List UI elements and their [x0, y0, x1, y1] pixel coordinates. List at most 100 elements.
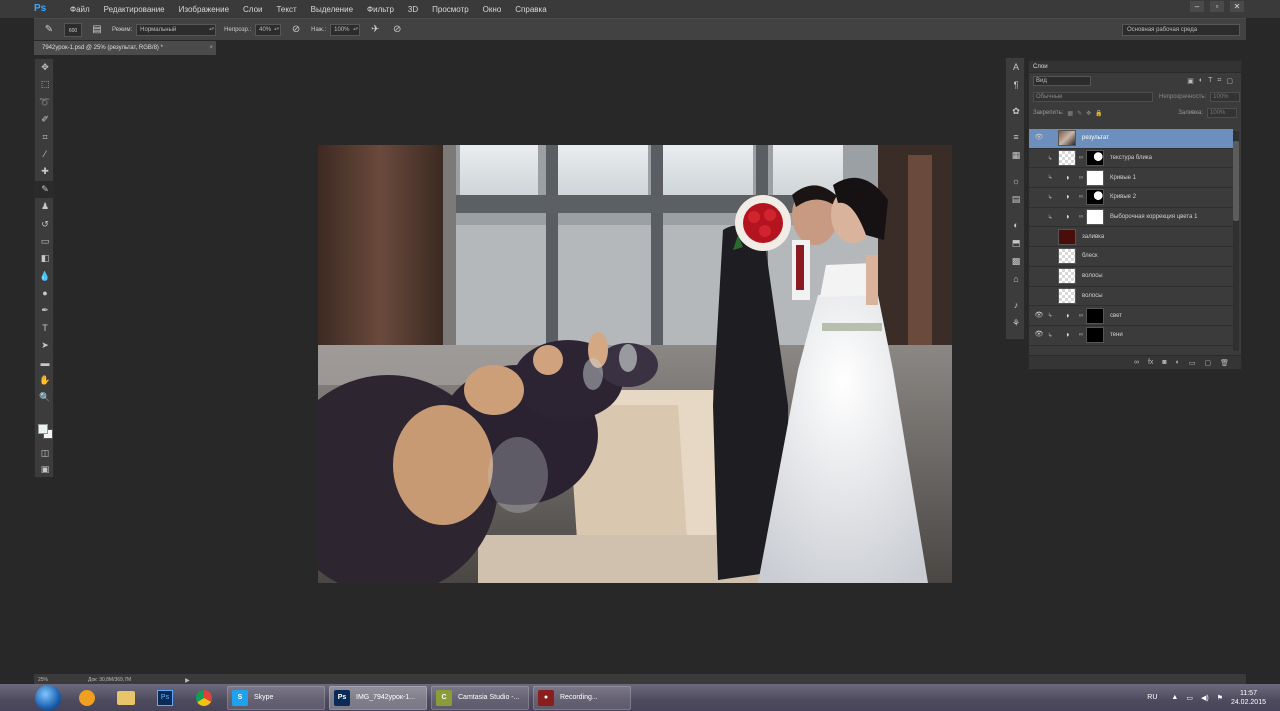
- menu-file[interactable]: Файл: [70, 5, 90, 14]
- layers-scrollbar[interactable]: [1233, 131, 1239, 351]
- layer-thumbnail[interactable]: [1058, 287, 1076, 304]
- crop-tool-icon[interactable]: ⌗: [35, 129, 55, 146]
- brush-preset-picker[interactable]: 600: [64, 22, 82, 37]
- filter-smart-icon[interactable]: ▢: [1226, 77, 1233, 85]
- layer-mask-thumbnail[interactable]: [1086, 307, 1104, 324]
- brush-tool-icon[interactable]: ✎: [42, 23, 56, 37]
- eyedropper-tool-icon[interactable]: ⁄: [35, 146, 55, 163]
- airbrush-icon[interactable]: ✈: [368, 23, 382, 37]
- menu-edit[interactable]: Редактирование: [104, 5, 165, 14]
- network-icon[interactable]: ▭: [1186, 694, 1193, 702]
- paragraph-panel-icon[interactable]: ¶: [1006, 76, 1026, 94]
- menu-image[interactable]: Изображение: [179, 5, 229, 14]
- mask-link-icon[interactable]: ∞: [1076, 332, 1086, 338]
- layer-row[interactable]: 👁 ↳ ◑ ∞ свет: [1029, 306, 1233, 326]
- history-brush-tool-icon[interactable]: ↺: [35, 216, 55, 233]
- explorer-icon[interactable]: [113, 687, 139, 709]
- layer-row[interactable]: ↳ ◑ ∞ Кривые 1: [1029, 168, 1233, 189]
- menu-text[interactable]: Текст: [276, 5, 296, 14]
- eraser-tool-icon[interactable]: ▭: [35, 233, 55, 250]
- menu-select[interactable]: Выделение: [311, 5, 353, 14]
- start-button[interactable]: [35, 684, 61, 711]
- clone-source-panel-icon[interactable]: ⚘: [1006, 314, 1026, 332]
- shape-tool-icon[interactable]: ▬: [35, 355, 55, 372]
- layer-row[interactable]: ↳ ◑ ∞ Выборочная коррекция цвета 1: [1029, 208, 1233, 228]
- history-panel-icon[interactable]: ▩: [1006, 252, 1026, 270]
- pen-tool-icon[interactable]: ✒: [35, 302, 55, 319]
- gradient-tool-icon[interactable]: ◧: [35, 250, 55, 267]
- document-canvas[interactable]: [318, 145, 952, 583]
- character-panel-icon[interactable]: A: [1006, 58, 1026, 76]
- quick-select-tool-icon[interactable]: ✐: [35, 111, 55, 128]
- paths-panel-icon[interactable]: ⬒: [1006, 234, 1026, 252]
- layer-mask-thumbnail[interactable]: [1086, 327, 1104, 344]
- layer-row[interactable]: волосы: [1029, 287, 1233, 307]
- workspace-select[interactable]: Основная рабочая среда: [1122, 24, 1240, 36]
- hand-tool-icon[interactable]: ✋: [35, 372, 55, 389]
- taskbar-task[interactable]: ● Recording...: [533, 685, 631, 710]
- filter-type-icon[interactable]: T: [1208, 77, 1212, 85]
- layer-mask-thumbnail[interactable]: [1086, 209, 1104, 226]
- foreground-color-swatch[interactable]: [38, 424, 48, 434]
- layer-mask-thumbnail[interactable]: [1086, 150, 1104, 167]
- chrome-icon[interactable]: [191, 687, 217, 709]
- healing-tool-icon[interactable]: ✚: [35, 163, 55, 180]
- close-button[interactable]: ✕: [1230, 1, 1244, 12]
- visibility-eye-icon[interactable]: [1033, 231, 1045, 243]
- layer-row[interactable]: 👁 результат: [1029, 129, 1233, 149]
- visibility-eye-icon[interactable]: [1033, 250, 1045, 262]
- aimp-icon[interactable]: [74, 687, 100, 709]
- layer-thumbnail[interactable]: [1058, 150, 1076, 167]
- layer-thumbnail[interactable]: ◑: [1058, 170, 1076, 186]
- layer-row[interactable]: заливка: [1029, 227, 1233, 248]
- layer-thumbnail[interactable]: [1058, 248, 1076, 265]
- menu-view[interactable]: Просмотр: [432, 5, 469, 14]
- taskbar-task[interactable]: Ps IMG_7942урок-1...: [329, 685, 427, 710]
- lock-pixels-icon[interactable]: ✎: [1077, 110, 1082, 117]
- mode-select[interactable]: Нормальный: [136, 23, 217, 36]
- zoom-level[interactable]: 25%: [38, 677, 48, 683]
- menu-window[interactable]: Окно: [483, 5, 502, 14]
- mask-link-icon[interactable]: ∞: [1076, 214, 1086, 220]
- stamp-tool-icon[interactable]: ♟: [35, 198, 55, 215]
- swatches-panel-icon[interactable]: ▦: [1006, 146, 1026, 164]
- layer-opacity-field[interactable]: 100%: [1210, 92, 1241, 102]
- new-layer-icon[interactable]: ▢: [1204, 359, 1211, 367]
- visibility-eye-icon[interactable]: [1033, 211, 1045, 223]
- clock[interactable]: 11:57 24.02.2015: [1231, 689, 1266, 707]
- opacity-field[interactable]: 40%: [255, 23, 282, 36]
- layer-thumbnail[interactable]: [1058, 268, 1076, 285]
- layers-panel-title[interactable]: Слои: [1029, 61, 1241, 73]
- lock-position-icon[interactable]: ✥: [1086, 110, 1091, 117]
- visibility-eye-icon[interactable]: [1033, 172, 1045, 184]
- layers-panel-icon[interactable]: ▤: [1006, 190, 1026, 208]
- lasso-tool-icon[interactable]: ➰: [35, 94, 55, 111]
- flag-icon[interactable]: ⚑: [1217, 694, 1223, 702]
- link-layers-icon[interactable]: ∞: [1134, 359, 1139, 366]
- screen-mode-icon[interactable]: ▣: [35, 461, 55, 478]
- close-tab-icon[interactable]: ×: [209, 41, 213, 55]
- tray-arrow-icon[interactable]: ▲: [1171, 694, 1178, 701]
- layer-row[interactable]: 👁 ↳ ◑ ∞ тени: [1029, 326, 1233, 346]
- move-tool-icon[interactable]: ✥: [35, 59, 55, 76]
- new-group-icon[interactable]: ▭: [1189, 359, 1196, 367]
- add-mask-icon[interactable]: ◙: [1162, 359, 1166, 366]
- mask-link-icon[interactable]: ∞: [1076, 194, 1086, 200]
- layer-fill-field[interactable]: 100%: [1207, 108, 1237, 118]
- filter-pixel-icon[interactable]: ▣: [1187, 77, 1194, 85]
- visibility-eye-icon[interactable]: 👁: [1033, 310, 1045, 322]
- taskbar-task[interactable]: S Skype: [227, 685, 325, 710]
- brush-panel-icon[interactable]: ▤: [90, 23, 104, 37]
- dodge-tool-icon[interactable]: ●: [35, 285, 55, 302]
- mask-link-icon[interactable]: ∞: [1076, 313, 1086, 319]
- type-tool-icon[interactable]: T: [35, 320, 55, 337]
- filter-shape-icon[interactable]: ⌗: [1217, 77, 1221, 85]
- blur-tool-icon[interactable]: 💧: [35, 268, 55, 285]
- filter-adjust-icon[interactable]: ◐: [1199, 77, 1203, 85]
- visibility-eye-icon[interactable]: 👁: [1033, 132, 1045, 144]
- photoshop-taskbar-icon[interactable]: Ps: [152, 687, 178, 709]
- visibility-eye-icon[interactable]: [1033, 191, 1045, 203]
- document-tab[interactable]: 7942урок-1.psd @ 25% (результат, RGB/8) …: [34, 41, 216, 55]
- layer-thumbnail[interactable]: ◑: [1058, 327, 1076, 343]
- minimize-button[interactable]: –: [1190, 1, 1204, 12]
